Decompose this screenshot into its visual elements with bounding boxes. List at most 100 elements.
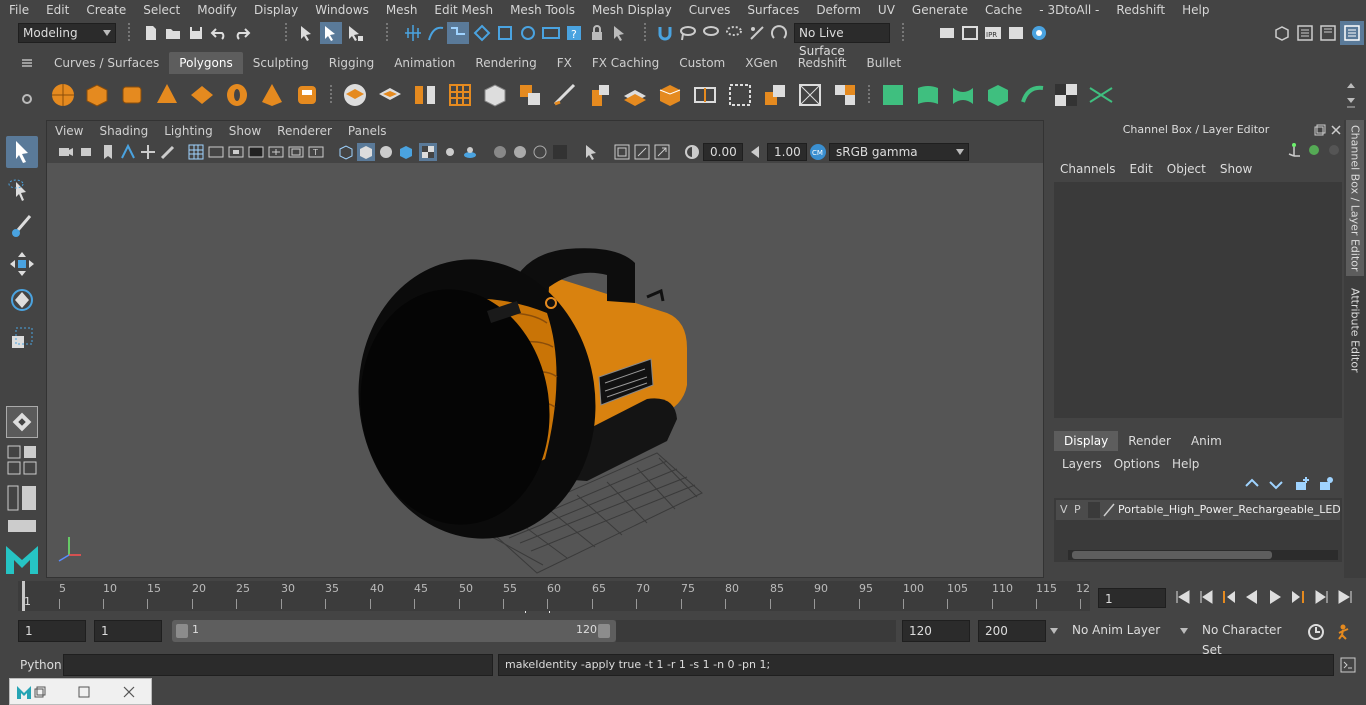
frame-all-icon[interactable]	[613, 143, 631, 161]
field-chart-icon[interactable]	[267, 143, 285, 161]
snap-curve-icon[interactable]	[427, 24, 445, 42]
soft-select-icon[interactable]	[771, 24, 789, 42]
bevel-icon[interactable]	[657, 82, 683, 108]
gamma-field[interactable]: 1.00	[767, 143, 807, 161]
chevron-down-icon[interactable]	[1180, 628, 1188, 634]
menu-edit[interactable]: Edit	[37, 3, 77, 17]
safe-title-icon[interactable]: T	[307, 143, 325, 161]
restore-window-icon[interactable]	[34, 686, 46, 698]
select-by-object-button[interactable]	[320, 22, 342, 44]
close-panel-icon[interactable]	[1330, 124, 1342, 136]
safe-action-icon[interactable]	[287, 143, 305, 161]
select-lock-icon[interactable]	[611, 24, 629, 42]
playback-start-field[interactable]: 1	[94, 620, 162, 642]
select-component-icon[interactable]	[346, 24, 364, 42]
uv-layout-icon[interactable]	[1088, 82, 1114, 108]
gamma-icon[interactable]	[747, 143, 765, 161]
uv-planar-icon[interactable]	[880, 82, 906, 108]
step-forward-key-icon[interactable]	[1289, 589, 1307, 605]
mesh-grid-icon[interactable]	[447, 82, 473, 108]
smooth-shade-icon[interactable]	[357, 143, 375, 161]
uv-cylindrical-icon[interactable]	[915, 82, 941, 108]
viewport-menu-panels[interactable]: Panels	[340, 124, 395, 138]
bookmark-icon[interactable]	[99, 143, 117, 161]
select-tool-button[interactable]	[6, 136, 38, 168]
snap-project-icon[interactable]	[519, 24, 537, 42]
shelf-tab-polygons[interactable]: Polygons	[169, 52, 243, 74]
isolate-select-icon[interactable]	[583, 143, 601, 161]
poly-cone-icon[interactable]	[154, 82, 180, 108]
chevron-down-icon[interactable]	[1050, 628, 1058, 634]
show-manipulator-button[interactable]	[6, 406, 38, 438]
layer-tab-display[interactable]: Display	[1054, 431, 1119, 451]
menu-mesh-display[interactable]: Mesh Display	[583, 3, 680, 17]
channel-box-menu-channels[interactable]: Channels	[1054, 162, 1124, 176]
film-gate-icon[interactable]	[207, 143, 225, 161]
poly-plane-icon[interactable]	[189, 82, 215, 108]
undo-icon[interactable]	[210, 24, 228, 42]
paint-select-tool-button[interactable]	[6, 210, 38, 242]
extrude-icon[interactable]	[587, 82, 613, 108]
camera-select-icon[interactable]	[57, 143, 75, 161]
layer-tab-render[interactable]: Render	[1118, 431, 1181, 451]
snap-point-button[interactable]	[447, 22, 469, 44]
live-surface-field[interactable]: No Live Surface	[794, 23, 890, 58]
layer-list-scrollbar[interactable]	[1068, 550, 1338, 560]
script-language-toggle[interactable]: Python	[20, 658, 62, 672]
poly-cylinder-icon[interactable]	[119, 82, 145, 108]
layer-menu-layers[interactable]: Layers	[1058, 457, 1110, 471]
lasso-tool-button[interactable]	[6, 174, 38, 206]
grease-pencil-icon[interactable]	[159, 143, 177, 161]
motion-blur-icon[interactable]	[511, 143, 529, 161]
move-layer-up-icon[interactable]	[1244, 476, 1260, 492]
layer-visibility-toggle[interactable]: V	[1060, 503, 1068, 516]
menu-edit-mesh[interactable]: Edit Mesh	[425, 3, 501, 17]
grid-toggle-icon[interactable]	[187, 143, 205, 161]
poly-sphere-icon[interactable]	[50, 82, 76, 108]
current-time-indicator[interactable]	[22, 581, 25, 611]
extract-icon[interactable]	[412, 82, 438, 108]
shelf-tab-fx[interactable]: FX	[547, 52, 582, 74]
range-slider-end-handle[interactable]	[598, 624, 610, 638]
render-view-icon[interactable]	[1007, 24, 1025, 42]
layout-quad-icon[interactable]	[6, 444, 38, 476]
help-icon[interactable]: ?	[565, 24, 583, 42]
2d-pan-zoom-icon[interactable]	[139, 143, 157, 161]
step-back-key-icon[interactable]	[1220, 589, 1238, 605]
maximize-window-icon[interactable]	[78, 686, 90, 698]
animation-preferences-icon[interactable]	[1336, 623, 1354, 641]
magnet-icon[interactable]	[656, 24, 674, 42]
select-by-hierarchy-icon[interactable]	[298, 24, 316, 42]
snap-grid-icon[interactable]	[404, 24, 422, 42]
layer-color-icon[interactable]	[1102, 503, 1116, 517]
layer-tab-anim[interactable]: Anim	[1181, 431, 1232, 451]
render-frame-icon[interactable]	[961, 24, 979, 42]
shelf-tab-custom[interactable]: Custom	[669, 52, 735, 74]
shelf-tab-rendering[interactable]: Rendering	[465, 52, 546, 74]
shadows-icon[interactable]	[461, 143, 479, 161]
shelf-tab-curves-surfaces[interactable]: Curves / Surfaces	[44, 52, 169, 74]
layer-row[interactable]: V P Portable_High_Power_Rechargeable_LED…	[1056, 500, 1340, 520]
layer-menu-help[interactable]: Help	[1168, 457, 1207, 471]
use-all-lights-icon[interactable]	[441, 143, 459, 161]
move-tool-button[interactable]	[6, 248, 38, 280]
uv-spherical-icon[interactable]	[950, 82, 976, 108]
lock-icon[interactable]	[588, 24, 606, 42]
toggle-panel-icon[interactable]	[653, 143, 671, 161]
modeling-toolkit-icon[interactable]	[1273, 24, 1291, 42]
viewport-menu-lighting[interactable]: Lighting	[156, 124, 221, 138]
boolean-icon[interactable]	[517, 82, 543, 108]
lasso-icon[interactable]	[679, 24, 697, 42]
redo-icon[interactable]	[233, 24, 251, 42]
shelf-menu-icon[interactable]	[20, 56, 34, 70]
new-layer-icon[interactable]	[1294, 476, 1310, 492]
save-scene-icon[interactable]	[187, 24, 205, 42]
mode-dropdown[interactable]: Modeling	[18, 23, 116, 43]
channel-box-menu-edit[interactable]: Edit	[1124, 162, 1161, 176]
layout-outliner-icon[interactable]	[6, 482, 38, 514]
shelf-tab-fx-caching[interactable]: FX Caching	[582, 52, 669, 74]
menu-select[interactable]: Select	[134, 3, 188, 17]
menu-modify[interactable]: Modify	[188, 3, 245, 17]
gate-mask-icon[interactable]	[247, 143, 265, 161]
float-panel-icon[interactable]	[1314, 124, 1326, 136]
